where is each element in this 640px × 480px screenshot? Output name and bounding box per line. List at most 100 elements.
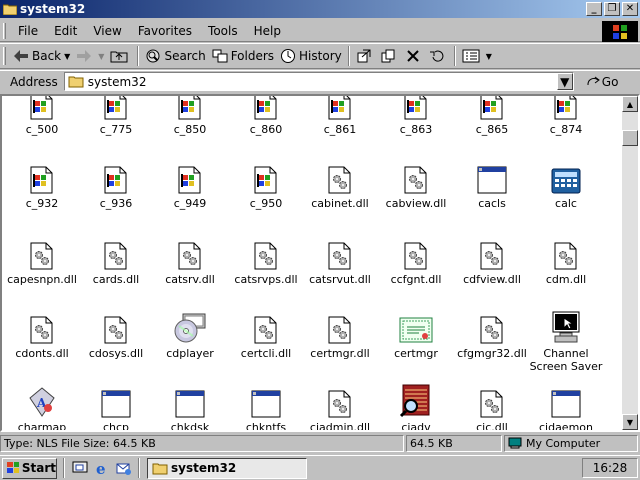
up-folder-button[interactable] (107, 45, 134, 67)
file-item[interactable]: cabview.dll (378, 158, 454, 210)
file-item[interactable]: c_865 (454, 96, 530, 136)
search-icon (146, 49, 160, 63)
file-item[interactable]: chkdsk (152, 382, 228, 430)
copy-to-button[interactable] (378, 45, 403, 67)
file-item[interactable]: cdplayer (152, 308, 228, 360)
forward-dropdown-icon[interactable]: ▼ (98, 52, 104, 61)
file-item[interactable]: catsrvut.dll (302, 234, 378, 286)
dll-file-icon (104, 234, 128, 270)
status-bar: Type: NLS File Size: 64.5 KB 64.5 KB My … (0, 433, 640, 453)
file-item[interactable]: ciadmin.dll (302, 382, 378, 430)
file-name-label: c_874 (549, 123, 583, 136)
scroll-thumb[interactable] (622, 130, 638, 146)
go-button[interactable]: Go (586, 75, 618, 89)
move-to-icon (357, 49, 371, 63)
file-item[interactable]: certmgr (378, 308, 454, 360)
minimize-button[interactable]: _ (586, 2, 602, 16)
delete-button[interactable] (403, 45, 426, 67)
scroll-up-button[interactable]: ▲ (622, 96, 638, 112)
file-item[interactable]: catsrv.dll (152, 234, 228, 286)
file-item[interactable]: c_936 (78, 158, 154, 210)
file-item[interactable]: Acharmap (4, 382, 80, 430)
dll-file-icon (30, 308, 54, 344)
file-item[interactable]: c_850 (152, 96, 228, 136)
menu-edit[interactable]: Edit (46, 24, 85, 38)
history-button[interactable]: History (277, 45, 345, 67)
file-item[interactable]: ciadv (378, 382, 454, 430)
windows-logo-icon (602, 21, 638, 42)
dll-file-icon (30, 234, 54, 270)
folders-label: Folders (230, 49, 275, 63)
scroll-down-button[interactable]: ▼ (622, 414, 638, 430)
file-item[interactable]: c_860 (228, 96, 304, 136)
file-item[interactable]: cdfview.dll (454, 234, 530, 286)
file-item[interactable]: cards.dll (78, 234, 154, 286)
file-item[interactable]: chkntfs (228, 382, 304, 430)
file-item[interactable]: cic.dll (454, 382, 530, 430)
file-item[interactable]: cacls (454, 158, 530, 210)
clock[interactable]: 16:28 (593, 461, 628, 475)
dll-file-icon (328, 234, 352, 270)
dll-file-icon (104, 308, 128, 344)
back-button[interactable]: Back ▼ (10, 45, 73, 67)
search-button[interactable]: Search (142, 45, 208, 67)
folder-icon (68, 76, 84, 88)
vertical-scrollbar[interactable]: ▲ ▼ (622, 96, 638, 430)
file-item[interactable]: c_874 (528, 96, 604, 136)
file-item[interactable]: c_775 (78, 96, 154, 136)
views-dropdown-icon[interactable]: ▼ (486, 52, 492, 61)
file-item[interactable]: cdm.dll (528, 234, 604, 286)
file-item[interactable]: cdonts.dll (4, 308, 80, 360)
internet-explorer-icon[interactable]: e (92, 458, 112, 478)
file-item[interactable]: c_950 (228, 158, 304, 210)
views-icon (462, 49, 480, 63)
system-tray: 16:28 (582, 458, 638, 478)
folders-button[interactable]: Folders (209, 45, 277, 67)
address-field[interactable]: system32 ▼ (63, 72, 574, 91)
menu-tools[interactable]: Tools (200, 24, 246, 38)
move-to-button[interactable] (353, 45, 378, 67)
file-item[interactable]: Channel Screen Saver (528, 308, 604, 373)
views-button[interactable]: ▼ (459, 45, 495, 67)
folder-icon (2, 3, 18, 16)
taskbar-window-button[interactable]: system32 (147, 457, 307, 479)
undo-button[interactable] (426, 45, 451, 67)
title-bar[interactable]: system32 _ ❐ ✕ (0, 0, 640, 18)
file-name-label: c_865 (475, 123, 509, 136)
my-computer-icon (508, 437, 522, 449)
file-item[interactable]: catsrvps.dll (228, 234, 304, 286)
file-view[interactable]: c_500 c_775 c_850 c_860 c_861 c_863 c_865 c_874… (0, 94, 640, 432)
file-item[interactable]: cabinet.dll (302, 158, 378, 210)
file-item[interactable]: c_949 (152, 158, 228, 210)
file-icon-grid: c_500 c_775 c_850 c_860 c_861 c_863 c_865 c_874… (2, 96, 622, 430)
file-item[interactable]: c_500 (4, 96, 80, 136)
file-name-label: cdm.dll (545, 273, 587, 286)
address-dropdown-button[interactable]: ▼ (556, 73, 573, 90)
menu-view[interactable]: View (85, 24, 129, 38)
file-item[interactable]: cdosys.dll (78, 308, 154, 360)
dll-file-icon (404, 234, 428, 270)
restore-button[interactable]: ❐ (604, 2, 620, 16)
menu-file[interactable]: File (10, 24, 46, 38)
forward-button[interactable]: ▼ (73, 45, 107, 67)
file-item[interactable]: calc (528, 158, 604, 210)
file-item[interactable]: cfgmgr32.dll (454, 308, 530, 360)
show-desktop-icon[interactable] (70, 458, 90, 478)
file-item[interactable]: c_861 (302, 96, 378, 136)
file-item[interactable]: ccfgnt.dll (378, 234, 454, 286)
dll-file-icon (554, 234, 578, 270)
back-dropdown-icon[interactable]: ▼ (64, 52, 70, 61)
file-item[interactable]: chcp (78, 382, 154, 430)
close-button[interactable]: ✕ (622, 2, 638, 16)
file-item[interactable]: cidaemon (528, 382, 604, 430)
menu-favorites[interactable]: Favorites (130, 24, 200, 38)
file-item[interactable]: capesnpn.dll (4, 234, 80, 286)
start-button[interactable]: Start (2, 457, 57, 479)
file-item[interactable]: c_932 (4, 158, 80, 210)
file-item[interactable]: certcli.dll (228, 308, 304, 360)
menu-help[interactable]: Help (246, 24, 289, 38)
nls-file-icon (104, 96, 128, 120)
file-item[interactable]: c_863 (378, 96, 454, 136)
file-item[interactable]: certmgr.dll (302, 308, 378, 360)
outlook-express-icon[interactable] (114, 458, 134, 478)
